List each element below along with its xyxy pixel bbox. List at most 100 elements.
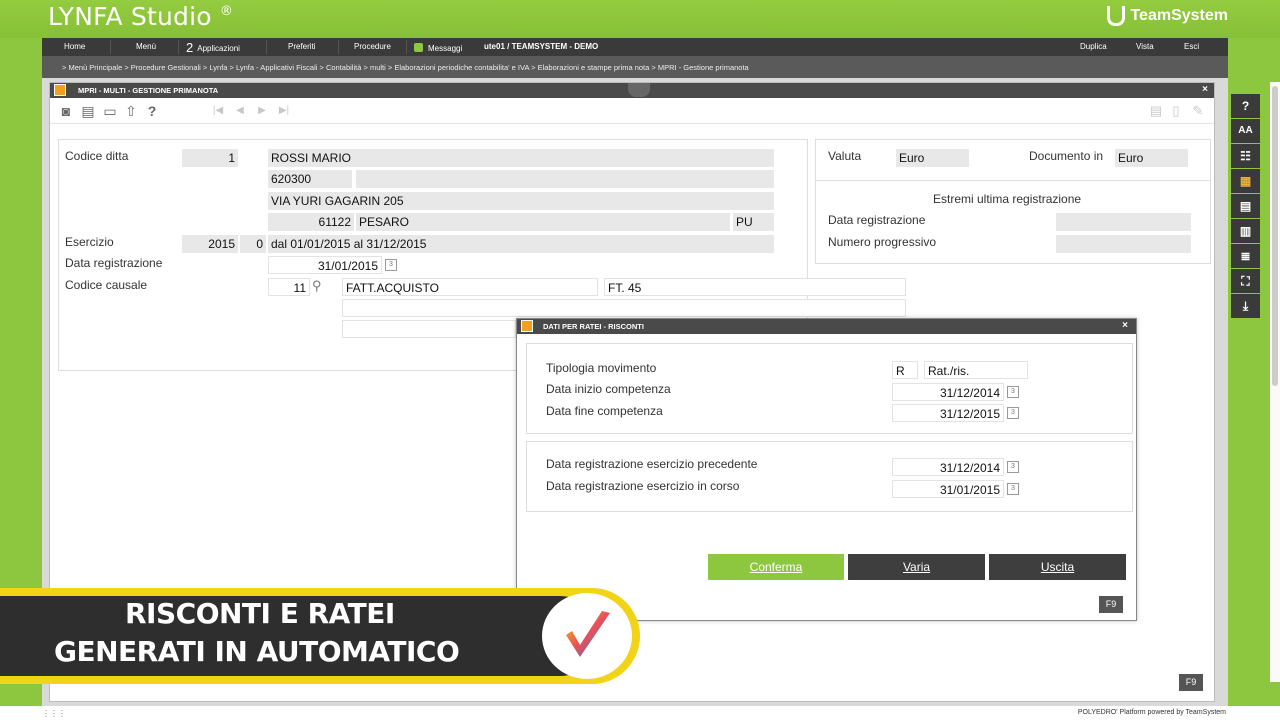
grip-icon[interactable]: ⋮⋮⋮ [42,709,66,718]
help-icon[interactable]: ? [144,103,160,119]
list-view-icon[interactable]: ☷ [1231,144,1260,168]
estremi-title: Estremi ultima registrazione [933,192,1082,206]
note-field-1[interactable] [342,299,906,317]
vary-button[interactable]: Varia [848,554,985,580]
nav-home[interactable]: Home [64,42,85,51]
tipologia-desc-field: Rat./ris. [924,361,1028,379]
fullscreen-icon[interactable]: ⛶ [1231,269,1260,293]
data-registrazione-field[interactable]: 31/01/2015 [268,256,382,274]
breadcrumb: > Menù Principale > Procedure Gestionali… [42,56,1228,78]
codice-2-desc-field[interactable] [356,170,774,188]
print-disabled-icon[interactable]: ▤ [1148,103,1164,119]
main-f9-button[interactable]: F9 [1179,674,1203,691]
prev-record-icon[interactable]: ◀ [232,103,248,119]
exit-button[interactable]: Uscita [989,554,1126,580]
documento-field[interactable]: Euro [1115,149,1188,167]
esercizio-num-field[interactable]: 0 [240,235,266,253]
inizio-competenza-label: Data inizio competenza [546,382,671,396]
calendar-icon[interactable]: 3 [1007,461,1019,473]
codice-2-field[interactable]: 620300 [268,170,352,188]
printer-icon[interactable]: ▤ [80,103,96,119]
valuta-label: Valuta [828,149,862,163]
fine-competenza-field[interactable]: 31/12/2015 [892,404,1004,422]
close-icon[interactable]: × [1202,84,1208,95]
first-record-icon[interactable]: |◀ [210,103,226,119]
calendar-icon[interactable]: 3 [1007,386,1019,398]
valuta-field[interactable]: Euro [896,149,969,167]
causale-extra-field[interactable]: FT. 45 [604,278,906,296]
top-nav: Home Menù 2 Applicazioni Preferiti Proced… [42,38,1228,56]
esercizio-corso-field[interactable]: 31/01/2015 [892,480,1004,498]
document-icon[interactable]: ▯ [1168,103,1184,119]
dialog-icon [521,320,533,332]
upload-icon[interactable]: ⇧ [123,103,139,119]
periodo-field: dal 01/01/2015 al 31/12/2015 [268,235,774,253]
align-text-icon[interactable]: ≣ [1231,244,1260,268]
ultima-data-reg-label: Data registrazione [828,213,926,227]
calendar-icon[interactable]: 3 [385,259,397,271]
causale-desc-field[interactable]: FATT.ACQUISTO [342,278,598,296]
codice-ditta-label: Codice ditta [65,149,129,163]
nav-exit[interactable]: Esci [1184,42,1199,51]
dialog-close-icon[interactable]: × [1122,320,1128,331]
confirm-button[interactable]: Conferma [708,554,844,580]
download-icon[interactable]: ⤓ [1231,294,1260,318]
toolbar: ◙ ▤ ▭ ⇧ ? |◀ ◀ ▶ ▶| ▤ ▯ ✎ [50,98,1214,124]
ultima-data-reg-field [1056,213,1191,231]
nav-messages[interactable]: Messaggi [414,42,462,53]
inizio-competenza-field[interactable]: 31/12/2014 [892,383,1004,401]
registrazione-group [526,441,1133,512]
last-record-icon[interactable]: ▶| [276,103,292,119]
window-titlebar: MPRI - MULTI - GESTIONE PRIMANOTA × [50,83,1214,98]
numero-progressivo-label: Numero progressivo [828,235,937,249]
columns-icon[interactable]: ▥ [1231,219,1260,243]
nav-procedures[interactable]: Procedure [354,42,391,51]
citta-field[interactable]: PESARO [356,213,730,231]
checkmark-icon [542,593,632,679]
search-icon[interactable]: ⚲ [312,278,322,294]
tipologia-code-field[interactable]: R [892,361,918,379]
cap-field[interactable]: 61122 [268,213,354,231]
calendar-icon[interactable]: 3 [1007,407,1019,419]
font-size-button[interactable]: AA [1231,119,1260,143]
codice-causale-field[interactable]: 11 [268,278,310,296]
folder-icon[interactable]: ▭ [102,103,118,119]
calendar-icon[interactable]: 3 [1007,483,1019,495]
scrollbar-thumb[interactable] [1272,86,1278,386]
right-sidebar: ? AA ☷ ▦ ▤ ▥ ≣ ⛶ ⤓ [1231,94,1260,318]
nav-duplicate[interactable]: Duplica [1080,42,1107,51]
nav-view[interactable]: Vista [1136,42,1154,51]
help-sidebar-button[interactable]: ? [1231,94,1260,118]
dialog-titlebar: DATI PER RATEI - RISCONTI × [517,319,1136,334]
app-title: LYNFA Studio ® [48,2,234,31]
esercizio-corso-label: Data registrazione esercizio in corso [546,479,740,493]
camera-icon[interactable]: ◙ [58,103,74,119]
codice-ditta-field[interactable]: 1 [182,149,238,167]
footer: ⋮⋮⋮ POLYEDRO' Platform powered by TeamSy… [0,706,1280,720]
indirizzo-field[interactable]: VIA YURI GAGARIN 205 [268,192,774,210]
nav-menu[interactable]: Menù [136,42,156,51]
nav-favorites[interactable]: Preferiti [288,42,316,51]
esercizio-precedente-label: Data registrazione esercizio precedente [546,457,758,471]
color-grid-icon[interactable]: ▦ [1231,169,1260,193]
dialog-f9-button[interactable]: F9 [1099,596,1123,613]
window-title: MPRI - MULTI - GESTIONE PRIMANOTA [78,86,219,95]
numero-progressivo-field [1056,235,1191,253]
promo-line-1: RISCONTI E RATEI [125,597,395,630]
collapse-handle[interactable] [628,83,650,97]
note-field-2[interactable] [342,320,516,338]
esercizio-field[interactable]: 2015 [182,235,238,253]
next-record-icon[interactable]: ▶ [254,103,270,119]
documento-label: Documento in [1029,149,1104,163]
edit-icon[interactable]: ✎ [1190,103,1206,119]
tipologia-label: Tipologia movimento [546,361,657,375]
provincia-field[interactable]: PU [733,213,774,231]
layout-icon[interactable]: ▤ [1231,194,1260,218]
scrollbar[interactable] [1270,82,1280,682]
teamsystem-logo-icon [1107,6,1126,26]
esercizio-label: Esercizio [65,235,114,249]
ragione-sociale-field[interactable]: ROSSI MARIO [268,149,774,167]
breadcrumb-path[interactable]: > Menù Principale > Procedure Gestionali… [62,63,749,72]
esercizio-precedente-field[interactable]: 31/12/2014 [892,458,1004,476]
nav-applications[interactable]: 2 Applicazioni [186,39,240,55]
